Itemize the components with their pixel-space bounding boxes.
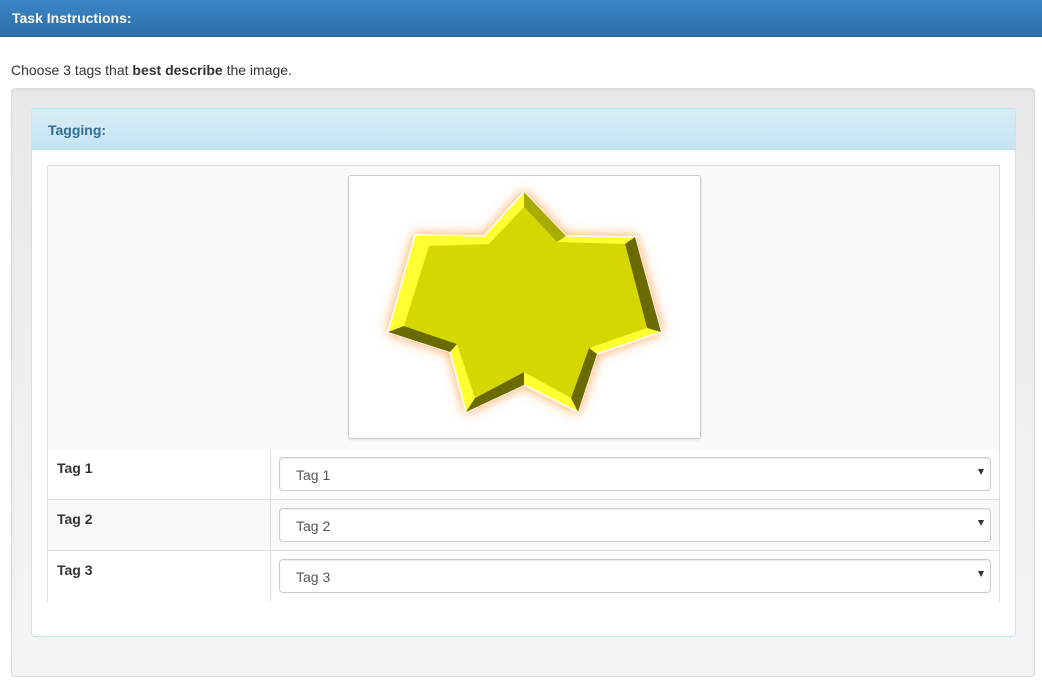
panel-heading: Tagging: [32,109,1015,150]
seven-pointed-star-icon [387,190,662,414]
image-frame [348,175,701,439]
tag-2-label: Tag 2 [57,511,93,527]
tag-2-selected-value: Tag 2 [296,518,331,534]
instructions-prefix: Choose 3 tags that [11,62,133,78]
tag-1-select[interactable]: Tag 1 [279,457,991,491]
row-divider [270,449,271,499]
header-title: Task Instructions: [12,10,132,26]
tag-3-selected-value: Tag 3 [296,569,331,585]
row-divider [270,551,271,602]
tag-1-selected-value: Tag 1 [296,467,331,483]
tag-2-select[interactable]: Tag 2 [279,508,991,542]
chevron-down-icon [978,520,984,526]
instructions-emphasis: best describe [132,62,223,78]
tagging-table: Tag 1 Tag 1 Tag 2 Tag 2 Tag 3 Tag 3 [47,165,1000,602]
tag-1-label: Tag 1 [57,460,93,476]
tag-row-2: Tag 2 Tag 2 [48,500,999,551]
task-instructions-header: Task Instructions: [0,0,1042,37]
instructions-text: Choose 3 tags that best describe the ima… [11,62,292,78]
instructions-suffix: the image. [222,62,292,78]
tag-row-1: Tag 1 Tag 1 [48,449,999,500]
chevron-down-icon [978,571,984,577]
tag-row-3: Tag 3 Tag 3 [48,551,999,602]
tag-3-select[interactable]: Tag 3 [279,559,991,593]
tag-3-label: Tag 3 [57,562,93,578]
panel-title: Tagging: [48,122,107,138]
chevron-down-icon [978,469,984,475]
image-row [48,166,999,450]
row-divider [270,500,271,550]
